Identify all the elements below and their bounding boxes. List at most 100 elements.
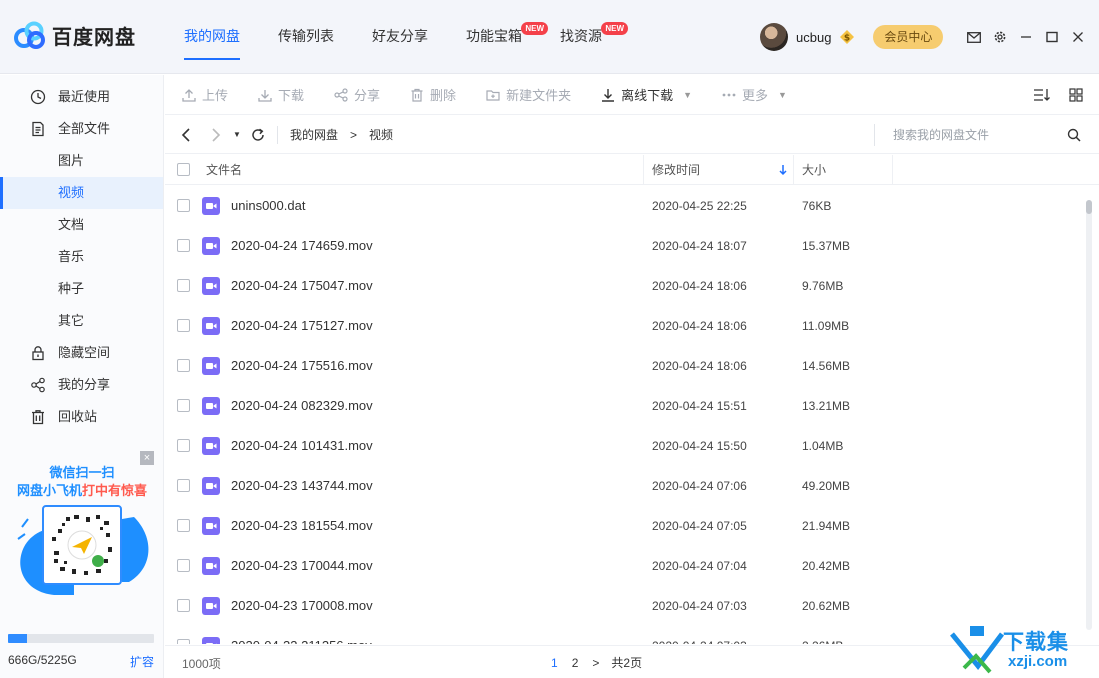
table-row[interactable]: 2020-04-23 170008.mov 2020-04-24 07:03 20.… xyxy=(165,586,1083,626)
file-name[interactable]: 2020-04-23 143744.mov xyxy=(231,466,373,506)
chevron-down-icon[interactable]: ▼ xyxy=(778,90,787,100)
tab-3[interactable]: 功能宝箱 NEW xyxy=(466,0,548,74)
table-row[interactable]: 2020-04-24 174659.mov 2020-04-24 18:07 15.… xyxy=(165,226,1083,266)
app-logo[interactable]: 百度网盘 xyxy=(14,20,136,50)
scrollbar[interactable] xyxy=(1086,200,1092,630)
table-row[interactable]: 2020-04-24 101431.mov 2020-04-24 15:50 1.0… xyxy=(165,426,1083,466)
sidebar-item-3[interactable]: 视频 xyxy=(0,177,163,209)
tab-1[interactable]: 传输列表 xyxy=(278,0,334,74)
row-checkbox[interactable] xyxy=(177,399,190,412)
sidebar-item-8[interactable]: 隐藏空间 xyxy=(0,337,163,369)
mail-icon[interactable] xyxy=(961,27,987,47)
file-name[interactable]: 2020-04-23 181554.mov xyxy=(231,506,373,546)
row-checkbox[interactable] xyxy=(177,279,190,292)
new-folder-icon xyxy=(486,89,500,101)
sidebar-item-4[interactable]: 文档 xyxy=(0,209,163,241)
sidebar-item-label: 其它 xyxy=(58,313,85,328)
sidebar-item-6[interactable]: 种子 xyxy=(0,273,163,305)
row-checkbox[interactable] xyxy=(177,599,190,612)
username[interactable]: ucbug xyxy=(796,30,831,45)
file-name[interactable]: 2020-04-24 175516.mov xyxy=(231,346,373,386)
sidebar-item-5[interactable]: 音乐 xyxy=(0,241,163,273)
file-name[interactable]: 2020-04-23 170008.mov xyxy=(231,586,373,626)
table-row[interactable]: 2020-04-24 082329.mov 2020-04-24 15:51 13.… xyxy=(165,386,1083,426)
column-name[interactable]: 文件名 xyxy=(206,155,242,185)
vip-diamond-icon[interactable]: $ xyxy=(839,29,855,45)
tab-2[interactable]: 好友分享 xyxy=(372,0,428,74)
close-icon[interactable] xyxy=(1065,27,1091,47)
sidebar-item-label: 音乐 xyxy=(58,249,85,264)
scrollbar-thumb[interactable] xyxy=(1086,200,1092,214)
file-name[interactable]: 2020-04-24 082329.mov xyxy=(231,386,373,426)
refresh-button[interactable] xyxy=(247,124,269,146)
table-row[interactable]: 2020-04-24 175047.mov 2020-04-24 18:06 9.7… xyxy=(165,266,1083,306)
row-checkbox[interactable] xyxy=(177,479,190,492)
more-button[interactable]: 更多 ▼ xyxy=(722,75,787,115)
page-2-link[interactable]: 2 xyxy=(572,656,579,670)
row-checkbox[interactable] xyxy=(177,359,190,372)
chevron-down-icon[interactable]: ▼ xyxy=(683,90,692,100)
row-checkbox[interactable] xyxy=(177,439,190,452)
promo-banner[interactable]: × 微信扫一扫 网盘小飞机打中有惊喜 xyxy=(0,447,164,607)
table-row[interactable]: 2020-04-23 170044.mov 2020-04-24 07:04 20.… xyxy=(165,546,1083,586)
avatar[interactable] xyxy=(760,23,788,51)
page-1-link[interactable]: 1 xyxy=(551,656,558,670)
table-row[interactable]: 2020-04-24 175127.mov 2020-04-24 18:06 11.… xyxy=(165,306,1083,346)
grid-view-icon[interactable] xyxy=(1065,86,1087,104)
table-row[interactable]: 2020-04-23 143744.mov 2020-04-24 07:06 49.… xyxy=(165,466,1083,506)
maximize-icon[interactable] xyxy=(1039,27,1065,47)
sidebar-item-2[interactable]: 图片 xyxy=(0,145,163,177)
sidebar-item-0[interactable]: 最近使用 xyxy=(0,81,163,113)
sort-descending-icon[interactable] xyxy=(778,164,788,176)
row-checkbox[interactable] xyxy=(177,519,190,532)
file-size: 76KB xyxy=(802,199,832,213)
row-checkbox[interactable] xyxy=(177,639,190,644)
minimize-icon[interactable] xyxy=(1013,27,1039,47)
select-all-checkbox[interactable] xyxy=(177,163,190,176)
tab-4[interactable]: 找资源 NEW xyxy=(560,0,628,74)
column-modified[interactable]: 修改时间 xyxy=(652,155,700,185)
sidebar-item-1[interactable]: 全部文件 xyxy=(0,113,163,145)
breadcrumb-root[interactable]: 我的网盘 xyxy=(290,126,338,143)
table-row[interactable]: 2020-04-23 181554.mov 2020-04-24 07:05 21.… xyxy=(165,506,1083,546)
table-row[interactable]: 2020-04-23 211256.mov 2020-04-24 07:03 2.2… xyxy=(165,626,1083,644)
file-name[interactable]: 2020-04-24 174659.mov xyxy=(231,226,373,266)
row-checkbox[interactable] xyxy=(177,239,190,252)
new-folder-button[interactable]: 新建文件夹 xyxy=(486,75,571,115)
sidebar-item-9[interactable]: 我的分享 xyxy=(0,369,163,401)
search-input[interactable] xyxy=(893,128,1058,142)
gear-icon[interactable] xyxy=(987,27,1013,47)
upload-button[interactable]: 上传 xyxy=(182,75,228,115)
tab-0[interactable]: 我的网盘 xyxy=(184,0,240,74)
delete-button[interactable]: 删除 xyxy=(410,75,456,115)
row-checkbox[interactable] xyxy=(177,199,190,212)
file-name[interactable]: 2020-04-23 170044.mov xyxy=(231,546,373,586)
forward-button[interactable] xyxy=(205,124,227,146)
breadcrumb-current: 视频 xyxy=(369,128,394,142)
share-button[interactable]: 分享 xyxy=(334,75,380,115)
sort-icon[interactable] xyxy=(1031,86,1053,104)
download-button[interactable]: 下载 xyxy=(258,75,304,115)
promo-line-2a: 网盘小飞机 xyxy=(16,483,82,498)
search-icon[interactable] xyxy=(1067,128,1081,142)
file-name[interactable]: 2020-04-24 101431.mov xyxy=(231,426,373,466)
file-name[interactable]: 2020-04-24 175127.mov xyxy=(231,306,373,346)
video-file-icon xyxy=(202,357,220,375)
table-row[interactable]: 2020-04-24 175516.mov 2020-04-24 18:06 14.… xyxy=(165,346,1083,386)
back-button[interactable] xyxy=(175,124,197,146)
row-checkbox[interactable] xyxy=(177,319,190,332)
history-dropdown[interactable]: ▼ xyxy=(231,124,243,146)
vip-center-button[interactable]: 会员中心 xyxy=(873,25,944,49)
sidebar-item-7[interactable]: 其它 xyxy=(0,305,163,337)
row-checkbox[interactable] xyxy=(177,559,190,572)
next-page-button[interactable]: > xyxy=(592,656,599,670)
table-row[interactable]: unins000.dat 2020-04-25 22:25 76KB xyxy=(165,186,1083,226)
expand-storage-link[interactable]: 扩容 xyxy=(130,653,154,670)
file-name[interactable]: 2020-04-24 175047.mov xyxy=(231,266,373,306)
column-size[interactable]: 大小 xyxy=(802,155,826,185)
file-name[interactable]: 2020-04-23 211256.mov xyxy=(231,626,372,644)
tab-label: 找资源 xyxy=(560,28,602,44)
sidebar-item-10[interactable]: 回收站 xyxy=(0,401,163,433)
offline-download-button[interactable]: 离线下载 ▼ xyxy=(601,75,692,115)
file-name[interactable]: unins000.dat xyxy=(231,186,305,226)
